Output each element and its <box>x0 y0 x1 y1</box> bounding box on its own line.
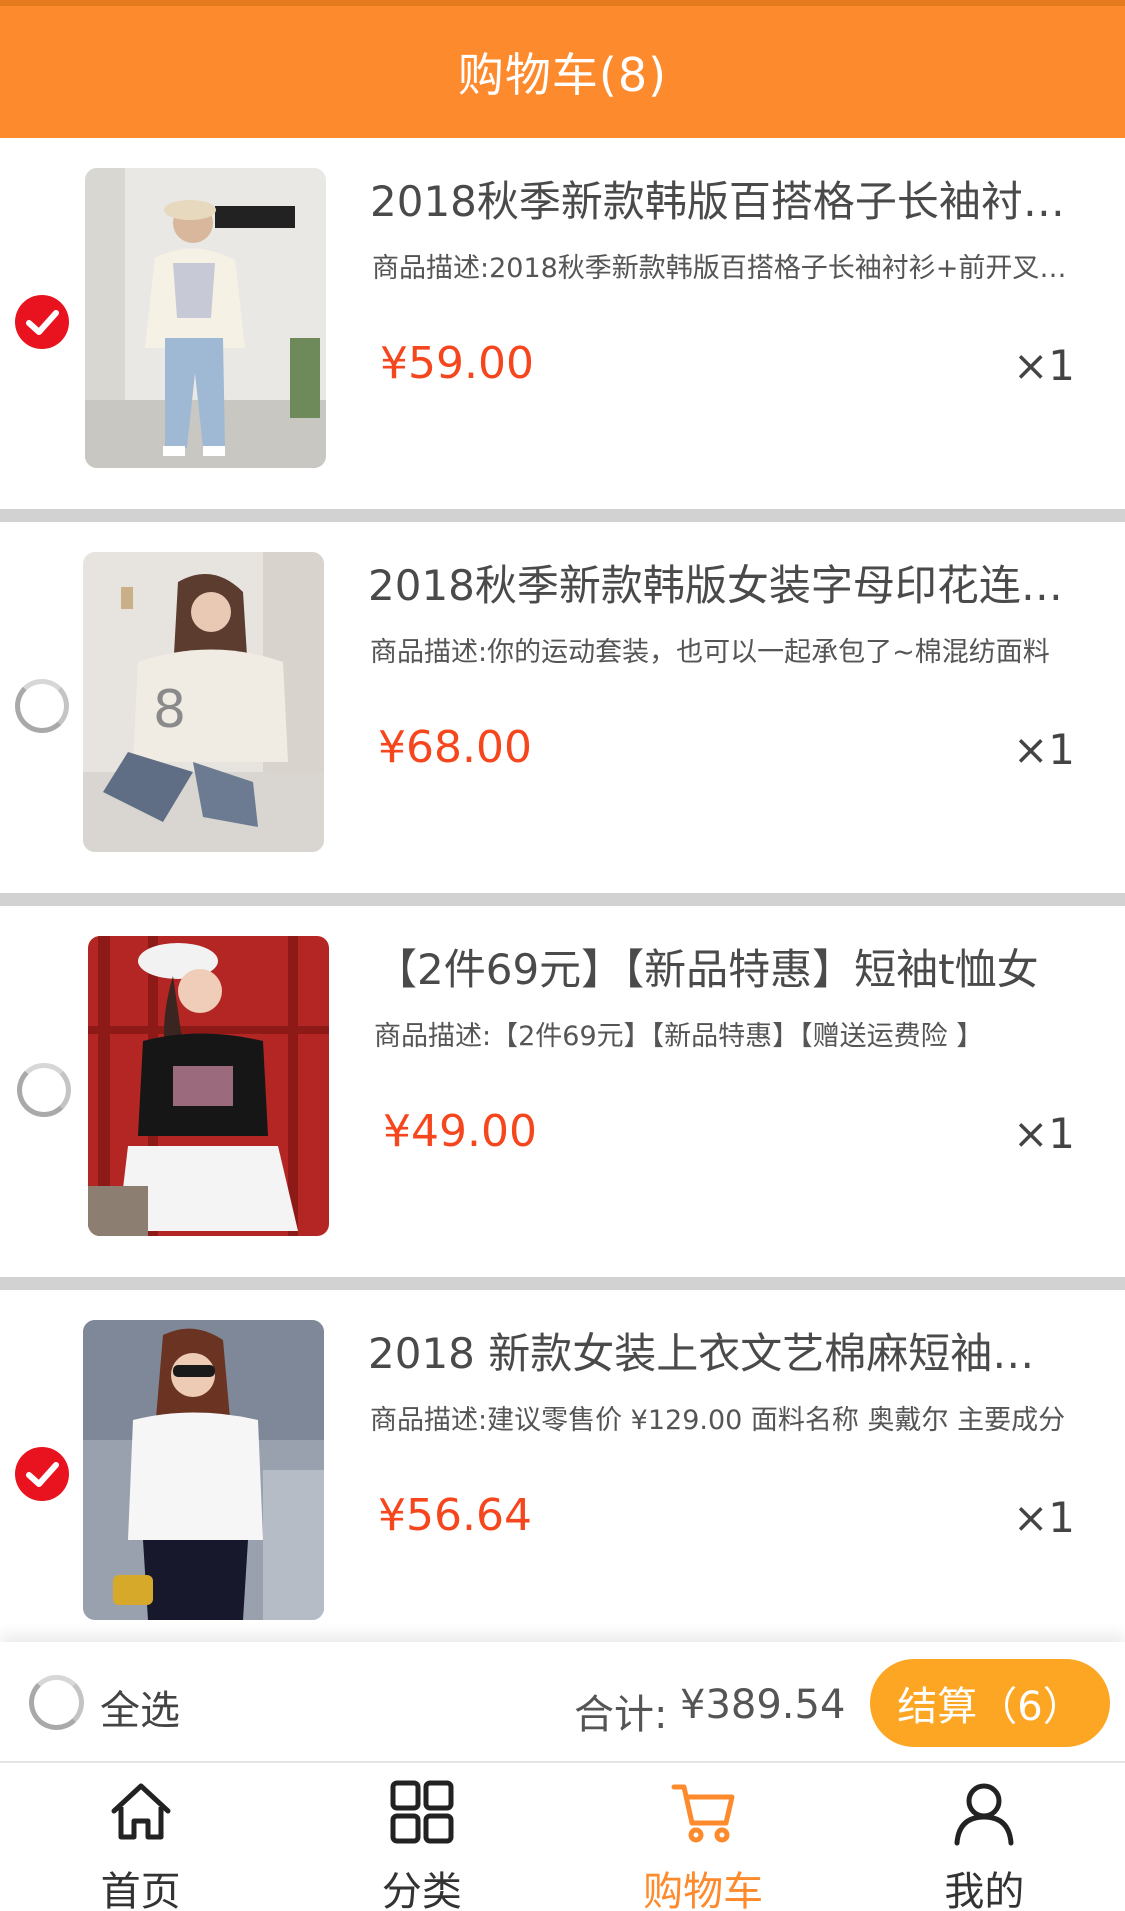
tab-profile[interactable]: 我的 <box>844 1763 1125 1911</box>
shopping-cart-icon <box>671 1784 735 1843</box>
item-checkbox-checked[interactable] <box>15 295 69 349</box>
product-title[interactable]: 2018 新款女装上衣文艺棉麻短袖衬衫 <box>368 1320 1068 1381</box>
app-root: 购物车(8) 2018秋季新款韩版百搭格子长袖衬衫 商品描述:2018秋季新款韩… <box>0 0 1125 1911</box>
product-quantity: ×1 <box>1013 1109 1075 1158</box>
tab-label: 首页 <box>100 1869 181 1911</box>
item-checkbox-unchecked[interactable] <box>17 1063 71 1117</box>
page-title: 购物车(8) <box>457 48 668 102</box>
product-quantity: ×1 <box>1013 341 1075 390</box>
cart-item[interactable]: 2018 新款女装上衣文艺棉麻短袖衬衫 商品描述:建议零售价 ¥129.00 面… <box>0 1290 1125 1642</box>
item-divider <box>0 1277 1125 1290</box>
cart-item[interactable]: 8 2018秋季新款韩版女装字母印花连帽卫衣 商品描述:你的运动套装，也可以一起… <box>0 522 1125 893</box>
product-description: 商品描述:2018秋季新款韩版百搭格子长袖衬衫+前开叉牛仔九分裤套装 <box>372 253 1072 284</box>
cart-item[interactable]: 【2件69元】【新品特惠】短袖t恤女 商品描述:【2件69元】【新品特惠】【赠送… <box>0 906 1125 1277</box>
product-price: ¥49.00 <box>383 1106 537 1157</box>
tab-category[interactable]: 分类 <box>281 1763 562 1911</box>
grid-icon <box>390 1780 454 1844</box>
select-all-checkbox[interactable] <box>29 1675 84 1730</box>
home-icon <box>111 1783 171 1840</box>
tab-cart[interactable]: 购物车 <box>563 1763 844 1911</box>
product-image[interactable]: 8 <box>83 552 324 852</box>
product-quantity: ×1 <box>1013 1493 1075 1542</box>
checkout-summary-bar: 全选 合计: ¥389.54 结算（6） <box>0 1642 1125 1763</box>
total-label: 合计: <box>574 1692 668 1738</box>
tab-label: 我的 <box>944 1869 1025 1911</box>
checkout-button[interactable]: 结算（6） <box>870 1659 1110 1747</box>
product-price: ¥68.00 <box>378 722 532 773</box>
total-amount: ¥389.54 <box>680 1682 846 1728</box>
product-title[interactable]: 2018秋季新款韩版女装字母印花连帽卫衣 <box>368 552 1068 613</box>
item-divider <box>0 893 1125 906</box>
cart-item[interactable]: 2018秋季新款韩版百搭格子长袖衬衫+前… 商品描述:2018秋季新款韩版百搭格… <box>0 138 1125 509</box>
tab-home[interactable]: 首页 <box>0 1763 281 1911</box>
item-checkbox-checked[interactable] <box>15 1447 69 1501</box>
cart-list: 2018秋季新款韩版百搭格子长袖衬衫+前… 商品描述:2018秋季新款韩版百搭格… <box>0 138 1125 1642</box>
svg-text:8: 8 <box>153 680 186 740</box>
tab-label: 购物车 <box>643 1869 764 1911</box>
checkmark-icon <box>26 1462 59 1487</box>
product-image[interactable] <box>83 1320 324 1620</box>
product-title[interactable]: 2018秋季新款韩版百搭格子长袖衬衫+前… <box>370 168 1070 229</box>
product-title[interactable]: 【2件69元】【新品特惠】短袖t恤女 <box>375 936 1075 997</box>
product-description: 商品描述:你的运动套装，也可以一起承包了~棉混纺面料 <box>370 637 1050 668</box>
product-price: ¥59.00 <box>380 338 534 389</box>
tab-label: 分类 <box>381 1869 462 1911</box>
product-image[interactable] <box>85 168 326 468</box>
item-checkbox-unchecked[interactable] <box>15 679 69 733</box>
select-all-label[interactable]: 全选 <box>100 1678 180 1736</box>
header-bar: 购物车(8) <box>0 0 1125 138</box>
bottom-tab-bar: 首页 分类 购物车 我的 <box>0 1763 1125 1911</box>
checkmark-icon <box>26 310 59 335</box>
item-divider <box>0 509 1125 522</box>
user-icon <box>954 1783 1014 1846</box>
product-image[interactable] <box>88 936 329 1236</box>
product-description: 商品描述:【2件69元】【新品特惠】【赠送运费险 】 <box>374 1021 984 1052</box>
product-quantity: ×1 <box>1013 725 1075 774</box>
product-description: 商品描述:建议零售价 ¥129.00 面料名称 奥戴尔 主要成分 <box>370 1405 1066 1436</box>
product-price: ¥56.64 <box>378 1490 532 1541</box>
